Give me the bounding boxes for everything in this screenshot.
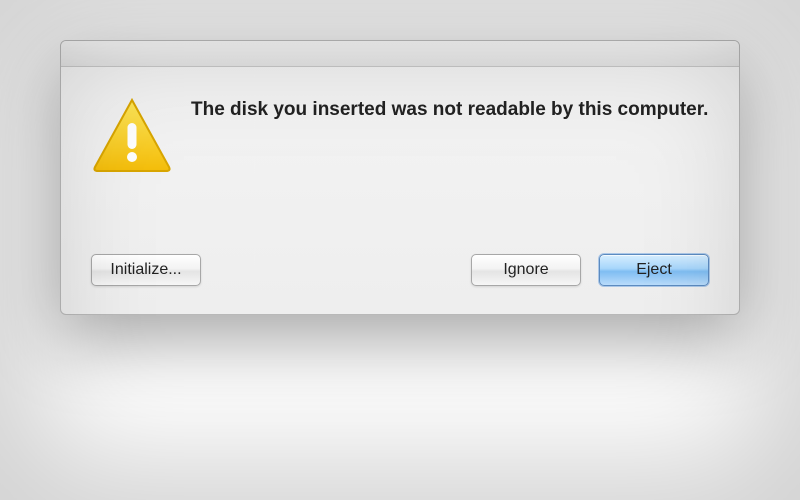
dialog-titlebar (61, 41, 739, 67)
dialog-button-row: Initialize... Ignore Eject (61, 194, 739, 314)
dialog-window: The disk you inserted was not readable b… (60, 40, 740, 315)
dialog-message: The disk you inserted was not readable b… (191, 97, 709, 123)
button-spacer (219, 254, 453, 286)
warning-triangle-icon (91, 160, 173, 177)
initialize-button[interactable]: Initialize... (91, 254, 201, 286)
ignore-button[interactable]: Ignore (471, 254, 581, 286)
eject-button[interactable]: Eject (599, 254, 709, 286)
alert-dialog: The disk you inserted was not readable b… (60, 40, 740, 315)
dialog-content: The disk you inserted was not readable b… (61, 67, 739, 194)
